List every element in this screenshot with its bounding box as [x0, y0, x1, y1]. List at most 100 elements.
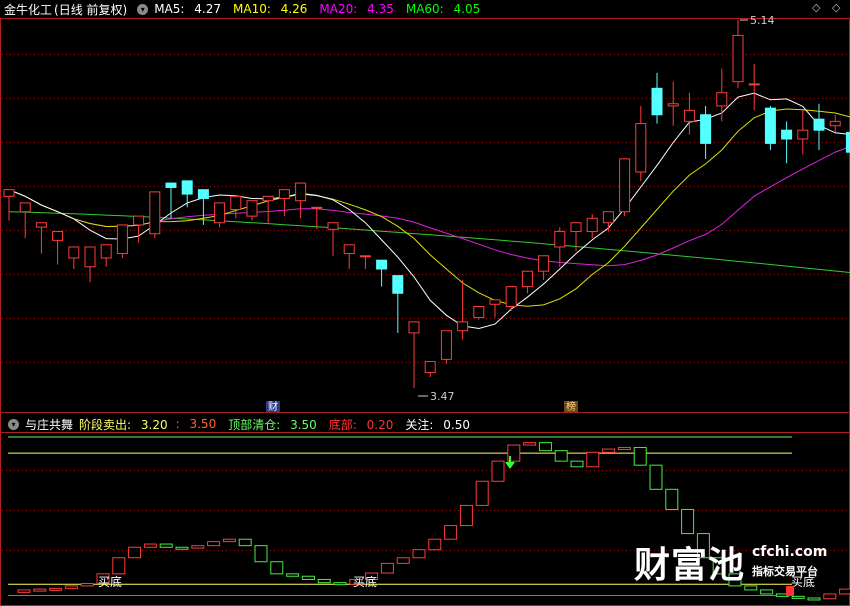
candle-up	[311, 206, 323, 209]
candle-up	[505, 286, 517, 307]
nav-prev-icon[interactable]: ◇	[812, 1, 820, 14]
indicator-sell2-value: 3.50	[189, 417, 217, 431]
candle-up	[116, 224, 128, 255]
candle-up	[667, 103, 679, 107]
candle-up	[246, 200, 258, 217]
candle-down	[165, 182, 177, 188]
candle-up	[554, 231, 566, 248]
indicator-sell-value: 3.20	[140, 417, 168, 432]
sub-candle-down	[317, 578, 331, 584]
ma10-label: MA10:	[233, 2, 271, 16]
candle-up	[19, 202, 31, 213]
sub-candle-up	[380, 562, 394, 574]
indicator-item-watch: 关注: 0.50	[405, 416, 476, 433]
candle-up	[748, 83, 760, 86]
indicator-watch-label: 关注:	[405, 417, 434, 432]
candle-up	[586, 217, 598, 233]
ma5-value: 4.27	[194, 2, 221, 16]
sub-candle-down	[333, 582, 347, 586]
candle-up	[214, 202, 226, 224]
sub-candle-down	[570, 460, 584, 468]
candle-down	[813, 118, 825, 131]
candle-up	[538, 255, 550, 272]
stock-name: 金牛化工	[4, 2, 53, 17]
indicator-header: ▾ 与庄共舞 阶段卖出: 3.20 : 3.50 顶部清仓: 3.50 底部: …	[4, 415, 482, 433]
indicator-name: 与庄共舞	[25, 417, 74, 432]
sub-candle-up	[839, 588, 850, 595]
candle-up	[570, 222, 582, 233]
candle-down	[181, 180, 193, 195]
sub-candle-down	[238, 538, 252, 547]
buy-bottom-label: 买底	[98, 574, 122, 589]
candle-up	[35, 222, 47, 228]
candle-up	[619, 158, 631, 213]
candle-up	[262, 195, 274, 202]
indicator-watch-value: 0.50	[443, 417, 470, 432]
stock-chart[interactable]: 5.143.47财 榜买底 买底 买底	[0, 0, 850, 606]
candle-up	[732, 34, 744, 83]
indicator-clear-value: 3.50	[290, 417, 317, 432]
candle-down	[845, 131, 850, 153]
sub-candle-down	[554, 450, 568, 462]
ma10-line	[8, 108, 850, 307]
sub-candle-up	[428, 538, 442, 551]
candle-up	[473, 305, 485, 318]
ma20-item: MA20: 4.35	[319, 2, 399, 16]
sell-arrow-icon	[505, 462, 515, 469]
buy-bottom-label: 买底	[353, 574, 377, 589]
sub-candle-up	[444, 525, 458, 540]
ma60-label: MA60:	[405, 2, 444, 16]
candle-up	[327, 222, 339, 230]
candle-up	[230, 195, 242, 211]
watermark-logo: 财富池	[634, 545, 746, 586]
candle-up	[149, 191, 161, 235]
sub-candle-up	[412, 549, 426, 559]
sub-candle-down	[633, 446, 647, 466]
sub-candle-down	[760, 589, 774, 595]
sub-candle-down	[744, 585, 758, 591]
sub-candle-up	[222, 538, 236, 543]
sub-candle-up	[523, 442, 537, 446]
candle-down	[197, 189, 209, 199]
sub-candle-up	[207, 541, 221, 547]
sub-candle-up	[459, 504, 473, 527]
ma20-line	[8, 146, 850, 267]
indicator-item-clear: 顶部清仓: 3.50	[228, 416, 323, 433]
candle-up	[521, 270, 533, 288]
ma5-label: MA5:	[154, 2, 185, 16]
ma10-value: 4.26	[280, 2, 308, 16]
sub-candle-up	[396, 557, 410, 564]
nav-next-icon[interactable]: ◇	[832, 1, 840, 14]
tag-cai: 财	[268, 400, 278, 413]
sub-candle-up	[112, 557, 126, 575]
sub-candle-down	[649, 464, 663, 490]
sub-candle-up	[17, 589, 31, 593]
indicator-dropdown-icon[interactable]: ▾	[8, 418, 19, 430]
candle-down	[651, 87, 663, 116]
indicator-item-sell: 阶段卖出: 3.20	[79, 416, 174, 433]
sub-candle-up	[823, 593, 837, 600]
candle-up	[683, 109, 695, 122]
candle-down	[781, 129, 793, 140]
candle-up	[635, 123, 647, 173]
candle-up	[52, 231, 64, 241]
candle-down	[376, 259, 388, 270]
candle-up	[100, 244, 112, 259]
sub-candle-down	[159, 543, 173, 548]
high-price-label: 5.14	[750, 14, 775, 27]
indicator-item-bottom: 底部: 0.20	[329, 416, 400, 433]
sub-candle-up	[33, 588, 47, 592]
ma10-item: MA10: 4.26	[233, 2, 313, 16]
tag-bang: 榜	[566, 400, 576, 413]
candle-up	[84, 246, 96, 268]
indicator-bottom-value: 0.20	[366, 417, 394, 432]
candle-up	[457, 321, 469, 332]
sub-candle-down	[807, 597, 821, 601]
candle-up	[829, 120, 841, 127]
sub-candle-down	[270, 561, 284, 575]
sub-candle-up	[80, 582, 94, 587]
dropdown-icon[interactable]: ▾	[137, 3, 149, 15]
ma20-label: MA20:	[319, 2, 358, 16]
indicator-item-sell2: : 3.50	[176, 417, 223, 431]
candle-up	[602, 211, 614, 224]
